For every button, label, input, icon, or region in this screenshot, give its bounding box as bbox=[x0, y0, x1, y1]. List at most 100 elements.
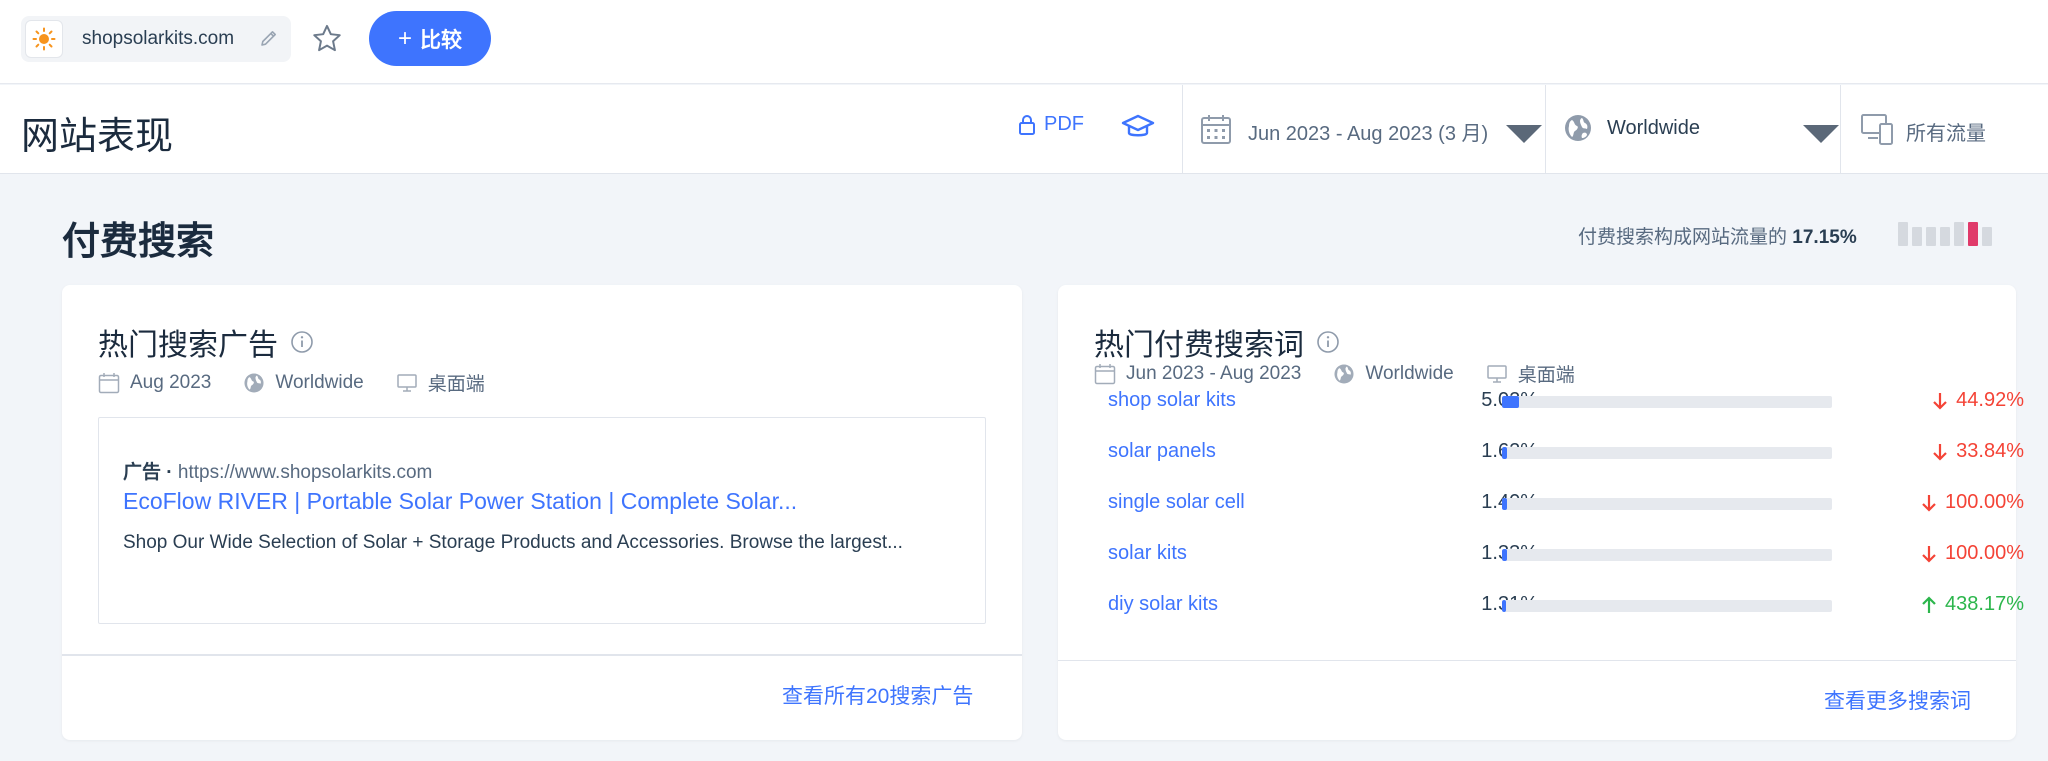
top-paid-keywords-card: 热门付费搜索词 Jun 2023 - Aug 2023 Worldwide 桌面… bbox=[1058, 285, 2024, 740]
view-more-keywords-link[interactable]: 查看更多搜索词 bbox=[1824, 685, 1971, 715]
header-divider bbox=[1182, 85, 1183, 174]
keyword-link[interactable]: solar panels bbox=[1108, 440, 1216, 463]
arrow-down-icon bbox=[1933, 443, 1947, 461]
card-divider bbox=[62, 654, 1022, 656]
keyword-link[interactable]: single solar cell bbox=[1108, 491, 1245, 514]
mini-bar bbox=[1968, 222, 1978, 246]
caret-down-icon bbox=[1803, 125, 1839, 143]
page-header: 网站表现 PDF Jun 2023 - Aug 2023 (3 月) World… bbox=[0, 85, 2048, 174]
info-icon[interactable] bbox=[1316, 330, 1340, 354]
globe-icon bbox=[243, 372, 265, 394]
keyword-change: 100.00% bbox=[1848, 491, 2024, 514]
share-value: 17.15% bbox=[1792, 227, 1857, 248]
traffic-share-mini-chart bbox=[1898, 212, 1994, 246]
pdf-label: PDF bbox=[1044, 113, 1084, 135]
lock-icon bbox=[1019, 114, 1035, 135]
keyword-share-fill bbox=[1502, 396, 1519, 408]
table-row: single solar cell1.40%100.00% bbox=[1058, 479, 2024, 529]
keyword-link[interactable]: shop solar kits bbox=[1108, 389, 1236, 412]
table-row: solar kits1.33%100.00% bbox=[1058, 530, 2024, 580]
mini-bar bbox=[1982, 227, 1992, 246]
keyword-share-bar bbox=[1502, 396, 1832, 408]
ad-meta: 广告 · https://www.shopsolarkits.com bbox=[123, 462, 433, 483]
mini-bar bbox=[1926, 227, 1936, 246]
ad-headline[interactable]: EcoFlow RIVER | Portable Solar Power Sta… bbox=[123, 488, 797, 515]
top-keywords-title: 热门付费搜索词 bbox=[1094, 329, 1304, 362]
date-range-selector[interactable]: Jun 2023 - Aug 2023 (3 月) bbox=[1200, 85, 1544, 174]
country-label: Worldwide bbox=[1607, 117, 1700, 139]
ad-label: 广告 bbox=[123, 462, 162, 483]
pencil-icon[interactable] bbox=[257, 26, 281, 50]
plus-icon: + bbox=[397, 24, 412, 52]
keyword-change: 100.00% bbox=[1848, 542, 2024, 565]
caret-down-icon bbox=[1506, 125, 1542, 143]
site-favicon bbox=[25, 20, 63, 58]
card-divider bbox=[1058, 660, 2016, 661]
mini-bar bbox=[1940, 227, 1950, 246]
paid-search-share: 付费搜索构成网站流量的 17.15% bbox=[1578, 222, 1857, 249]
table-row: diy solar kits1.31%438.17% bbox=[1058, 581, 2024, 631]
card-title: 热门搜索广告 bbox=[98, 320, 314, 364]
keyword-change-value: 44.92% bbox=[1956, 389, 2024, 411]
calendar-icon bbox=[98, 372, 120, 394]
arrow-down-icon bbox=[1922, 545, 1936, 563]
keyword-change: 44.92% bbox=[1848, 389, 2024, 412]
globe-icon bbox=[1565, 115, 1591, 141]
ads-geo: Worldwide bbox=[275, 371, 364, 393]
section-title: 付费搜索 bbox=[62, 221, 215, 263]
compare-button-label: 比较 bbox=[420, 28, 462, 52]
info-icon[interactable] bbox=[290, 330, 314, 354]
keyword-change-value: 100.00% bbox=[1945, 542, 2024, 564]
arrow-down-icon bbox=[1922, 494, 1936, 512]
ad-description: Shop Our Wide Selection of Solar + Stora… bbox=[123, 532, 903, 553]
header-divider bbox=[1840, 85, 1841, 174]
graduation-cap-icon[interactable] bbox=[1120, 109, 1156, 145]
table-row: solar panels1.62%33.84% bbox=[1058, 428, 2024, 478]
keyword-share-bar bbox=[1502, 549, 1832, 561]
view-all-ads-link[interactable]: 查看所有20搜索广告 bbox=[782, 680, 973, 710]
date-range-label: Jun 2023 - Aug 2023 (3 月) bbox=[1248, 123, 1489, 145]
compare-button[interactable]: + 比较 bbox=[369, 11, 491, 66]
keyword-change: 33.84% bbox=[1848, 440, 2024, 463]
keyword-change-value: 438.17% bbox=[1945, 593, 2024, 615]
share-text: 付费搜索构成网站流量的 bbox=[1578, 227, 1788, 248]
mini-bar bbox=[1912, 227, 1922, 246]
keyword-share-bar bbox=[1502, 600, 1832, 612]
search-ad-preview[interactable]: 广告 · https://www.shopsolarkits.com EcoFl… bbox=[98, 417, 986, 624]
mini-bar bbox=[1954, 222, 1964, 246]
keyword-share-fill bbox=[1502, 498, 1507, 510]
top-bar: shopsolarkits.com + 比较 bbox=[0, 0, 2048, 84]
site-selector[interactable]: shopsolarkits.com bbox=[21, 16, 291, 62]
ad-url: https://www.shopsolarkits.com bbox=[177, 462, 433, 483]
keyword-share-fill bbox=[1502, 447, 1507, 459]
keyword-share-bar bbox=[1502, 498, 1832, 510]
keyword-share-bar bbox=[1502, 447, 1832, 459]
traffic-type-label: 所有流量 bbox=[1906, 123, 1986, 145]
star-icon[interactable] bbox=[308, 20, 346, 58]
pdf-button[interactable]: PDF bbox=[1018, 113, 1084, 136]
country-selector[interactable]: Worldwide bbox=[1563, 85, 1841, 174]
desktop-icon bbox=[396, 372, 418, 394]
card-title: 热门付费搜索词 bbox=[1094, 320, 1340, 364]
arrow-up-icon bbox=[1922, 595, 1936, 613]
top-ads-title: 热门搜索广告 bbox=[98, 329, 278, 362]
keyword-link[interactable]: solar kits bbox=[1108, 542, 1187, 565]
arrow-down-icon bbox=[1933, 392, 1947, 410]
mini-bar bbox=[1898, 222, 1908, 246]
traffic-type-selector[interactable]: 所有流量 bbox=[1860, 85, 2048, 174]
page-title: 网站表现 bbox=[21, 116, 174, 158]
card-filters: Aug 2023 Worldwide 桌面端 bbox=[98, 369, 485, 396]
top-search-ads-card: 热门搜索广告 Aug 2023 Worldwide 桌面端 广告 · https… bbox=[62, 285, 1022, 740]
calendar-icon bbox=[1201, 115, 1231, 144]
sun-icon bbox=[32, 27, 56, 51]
keyword-change-value: 33.84% bbox=[1956, 440, 2024, 462]
keyword-share-fill bbox=[1502, 600, 1506, 612]
keyword-link[interactable]: diy solar kits bbox=[1108, 593, 1218, 616]
ads-date: Aug 2023 bbox=[130, 371, 212, 393]
site-name: shopsolarkits.com bbox=[82, 28, 235, 49]
header-divider bbox=[1545, 85, 1546, 174]
table-row: shop solar kits5.02%44.92% bbox=[1058, 377, 2024, 427]
keyword-change-value: 100.00% bbox=[1945, 491, 2024, 513]
keyword-share-fill bbox=[1502, 549, 1507, 561]
ads-device: 桌面端 bbox=[427, 374, 485, 395]
